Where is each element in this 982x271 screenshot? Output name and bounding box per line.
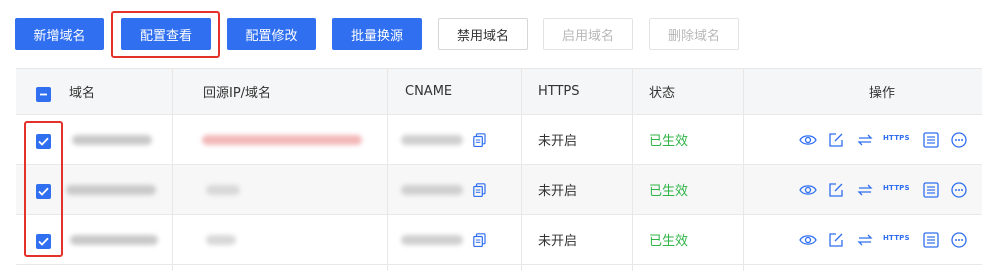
copy-icon[interactable] — [469, 180, 489, 200]
https-icon[interactable]: HTTPS — [883, 234, 910, 242]
https-icon[interactable]: HTTPS — [883, 184, 910, 192]
column-header-domain: 域名 — [69, 86, 96, 101]
highlight-box-checkboxes — [24, 121, 63, 257]
select-all-checkbox[interactable] — [36, 87, 51, 102]
eye-icon[interactable] — [798, 230, 818, 250]
edit-icon[interactable] — [826, 180, 846, 200]
status-badge: 已生效 — [649, 134, 689, 149]
column-header-status: 状态 — [649, 86, 676, 101]
domain-table: 域名 回源IP/域名 CNAME HTTPS 状态 操作 未开启 已生效 HTT… — [16, 68, 982, 271]
eye-icon[interactable] — [798, 130, 818, 150]
copy-icon[interactable] — [469, 130, 489, 150]
list-icon[interactable] — [921, 180, 941, 200]
https-value: 未开启 — [538, 234, 578, 249]
domain-redacted — [72, 135, 152, 145]
domain-redacted — [70, 235, 158, 245]
column-header-origin: 回源IP/域名 — [203, 86, 272, 101]
more-icon[interactable] — [949, 130, 969, 150]
table-row: 未开启 已生效 HTTPS — [16, 165, 982, 215]
column-divider — [387, 69, 388, 271]
swap-icon[interactable] — [855, 230, 875, 250]
copy-icon[interactable] — [469, 230, 489, 250]
table-header: 域名 回源IP/域名 CNAME HTTPS 状态 操作 — [16, 69, 982, 115]
domain-redacted — [66, 185, 156, 195]
cname-redacted — [401, 235, 463, 245]
https-icon[interactable]: HTTPS — [883, 134, 910, 142]
eye-icon[interactable] — [798, 180, 818, 200]
more-icon[interactable] — [949, 230, 969, 250]
table-row: 未开启 已生效 HTTPS — [16, 115, 982, 165]
https-value: 未开启 — [538, 184, 578, 199]
origin-redacted — [202, 135, 362, 145]
enable-domain-button[interactable]: 启用域名 — [543, 18, 633, 50]
disable-domain-button[interactable]: 禁用域名 — [438, 18, 528, 50]
column-divider — [632, 69, 633, 271]
column-divider — [172, 69, 173, 271]
list-icon[interactable] — [921, 130, 941, 150]
edit-icon[interactable] — [826, 130, 846, 150]
add-domain-button[interactable]: 新增域名 — [15, 18, 104, 50]
delete-domain-button[interactable]: 删除域名 — [649, 18, 739, 50]
edit-icon[interactable] — [826, 230, 846, 250]
swap-icon[interactable] — [855, 130, 875, 150]
swap-icon[interactable] — [855, 180, 875, 200]
column-header-https: HTTPS — [538, 84, 580, 99]
list-icon[interactable] — [921, 230, 941, 250]
status-badge: 已生效 — [649, 184, 689, 199]
edit-config-button[interactable]: 配置修改 — [227, 18, 316, 50]
https-value: 未开启 — [538, 134, 578, 149]
table-row: 未开启 已生效 HTTPS — [16, 215, 982, 265]
column-divider — [743, 69, 744, 271]
column-header-actions: 操作 — [869, 86, 896, 101]
origin-redacted — [206, 235, 236, 245]
column-header-cname: CNAME — [405, 84, 453, 99]
more-icon[interactable] — [949, 180, 969, 200]
column-divider — [521, 69, 522, 271]
cname-redacted — [401, 185, 463, 195]
origin-redacted — [206, 185, 240, 195]
status-badge: 已生效 — [649, 234, 689, 249]
batch-replace-button[interactable]: 批量换源 — [332, 18, 422, 50]
cname-redacted — [401, 135, 463, 145]
highlight-box-view-config — [111, 11, 220, 58]
